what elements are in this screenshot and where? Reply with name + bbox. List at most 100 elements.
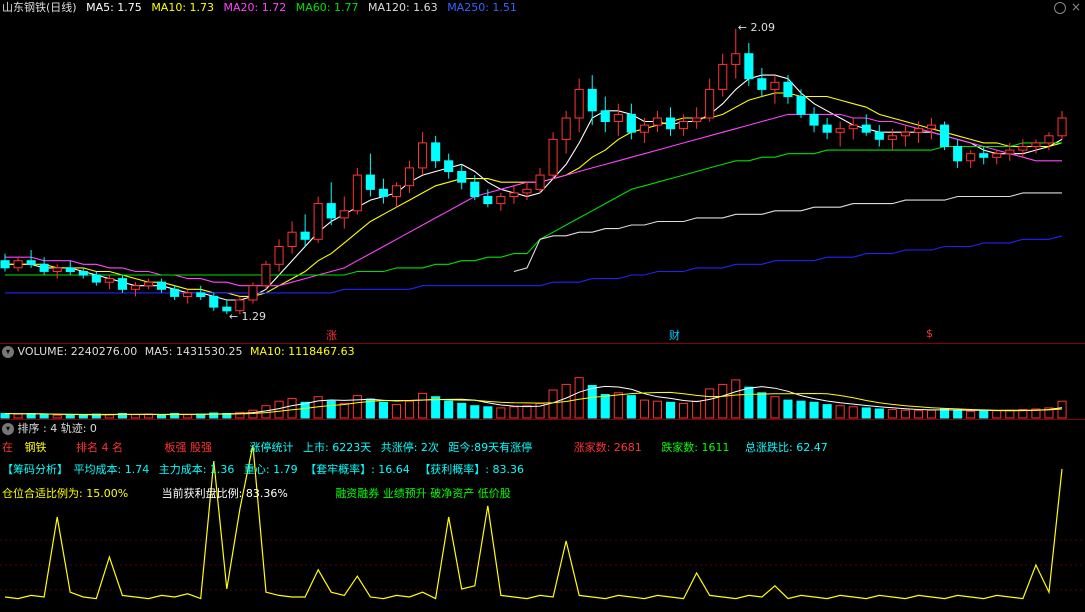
candle-body	[1044, 135, 1054, 144]
info-down-count: 跌家数: 1611	[661, 441, 730, 454]
volume-bar	[418, 392, 428, 419]
candle-body	[196, 292, 206, 297]
candle-body	[887, 135, 897, 140]
ma60-line	[5, 142, 1062, 276]
price-grid	[0, 539, 1085, 591]
candle-body	[874, 131, 884, 140]
candle-body	[809, 113, 819, 126]
price-low-value: 1.29	[241, 310, 267, 324]
collapse-icon[interactable]: ▾	[2, 423, 14, 435]
candle-body	[405, 167, 415, 187]
volume-bar	[522, 405, 532, 419]
volume-bar	[861, 407, 871, 419]
collapse-icon[interactable]: ▾	[2, 346, 14, 358]
volume-bar	[679, 402, 689, 419]
ma20-line	[5, 113, 1062, 287]
candle-body	[326, 203, 336, 219]
volume-bar	[822, 404, 832, 419]
candle-body	[1005, 149, 1015, 155]
candle-body	[940, 124, 950, 147]
candle-body	[261, 263, 271, 287]
candle-body	[0, 260, 10, 269]
info-center: 重心: 1.79	[243, 463, 298, 476]
candle-body	[170, 288, 180, 297]
candle-body	[144, 281, 154, 287]
candle-body	[1031, 142, 1041, 147]
volume-bar	[78, 414, 88, 419]
volume-bar	[574, 377, 584, 419]
candle-body	[444, 160, 454, 173]
volume-bar	[848, 406, 858, 419]
chart-canvas	[0, 28, 1085, 600]
marker-cai[interactable]: 财	[669, 327, 680, 343]
candle-body	[365, 174, 375, 190]
candle-body	[548, 138, 558, 176]
candle-body	[496, 196, 506, 205]
marker-zhang[interactable]: 涨	[326, 327, 337, 343]
candle-body	[587, 88, 597, 112]
candle-body	[822, 124, 832, 133]
volume-bar	[65, 414, 75, 419]
volume-bar	[405, 400, 415, 419]
candle-body	[352, 174, 362, 212]
volume-bar	[444, 400, 454, 419]
info-row-2: 【筹码分析】 平均成本: 1.74 主力成本: 1.36 重心: 1.79 【套…	[2, 463, 524, 477]
info-main-cost: 主力成本: 1.36	[158, 463, 235, 476]
volume-bar	[39, 414, 49, 419]
candle-body	[861, 124, 871, 133]
volume-bar	[652, 400, 663, 419]
volume-bar	[52, 414, 62, 419]
candle-body	[431, 142, 441, 162]
price-high-label: ← 2.09	[737, 20, 775, 34]
indicator-header: ▾ 排序 : 4 轨迹: 0	[2, 421, 97, 437]
candle-body	[731, 53, 741, 65]
candle-body	[705, 88, 715, 119]
volume-bar	[692, 400, 702, 419]
candle-body	[679, 121, 689, 130]
candle-body	[26, 260, 36, 265]
candle-body	[927, 124, 937, 130]
volume-bar	[0, 413, 10, 419]
volume-bars	[0, 377, 1067, 419]
volume-bar	[953, 409, 963, 419]
volume-header: ▾ VOLUME: 2240276.00 MA5: 1431530.25 MA1…	[2, 344, 355, 360]
info-profit: 当前获利盘比例: 83.36%	[161, 487, 288, 500]
candle-body	[757, 78, 767, 90]
candle-body	[209, 295, 219, 308]
info-up-count: 涨家数: 2681	[573, 441, 642, 454]
ma-lines	[5, 74, 1063, 301]
volume-bar	[927, 409, 937, 419]
volume-bar	[783, 399, 793, 419]
volume-bar	[979, 410, 989, 419]
candle-body	[522, 188, 532, 194]
info-position: 仓位合适比例为: 15.00%	[2, 487, 129, 500]
info-rank: 排名 4 名	[76, 441, 123, 454]
candle-body	[183, 292, 193, 297]
candle-body	[744, 53, 754, 80]
volume-bar	[183, 414, 193, 419]
volume-bar	[639, 399, 650, 419]
candle-body	[561, 117, 571, 140]
info-juli: 距今:89天有涨停	[448, 441, 533, 454]
candle-body	[470, 181, 480, 197]
candle-body	[770, 81, 780, 90]
volume-bar	[809, 401, 819, 419]
volume-bar	[470, 405, 480, 419]
volume-ma10: MA10: 1118467.63	[249, 345, 355, 358]
candle-body	[652, 117, 663, 126]
candle-body	[783, 81, 793, 98]
volume-bar	[666, 401, 676, 419]
candle-body	[104, 278, 114, 283]
info-zhangting: 涨停统计	[249, 441, 294, 454]
candle-body	[835, 128, 845, 133]
candle-body	[1057, 117, 1067, 137]
info-chouma: 【筹码分析】	[2, 463, 68, 476]
candle-body	[626, 113, 636, 133]
marker-dollar[interactable]: $	[926, 327, 933, 340]
candle-body	[639, 124, 650, 133]
candle-body	[300, 231, 310, 240]
volume-value: VOLUME: 2240276.00	[17, 345, 138, 358]
separator-volume-indicator	[0, 419, 1085, 420]
volume-bar	[300, 401, 310, 419]
volume-bar	[600, 394, 610, 419]
